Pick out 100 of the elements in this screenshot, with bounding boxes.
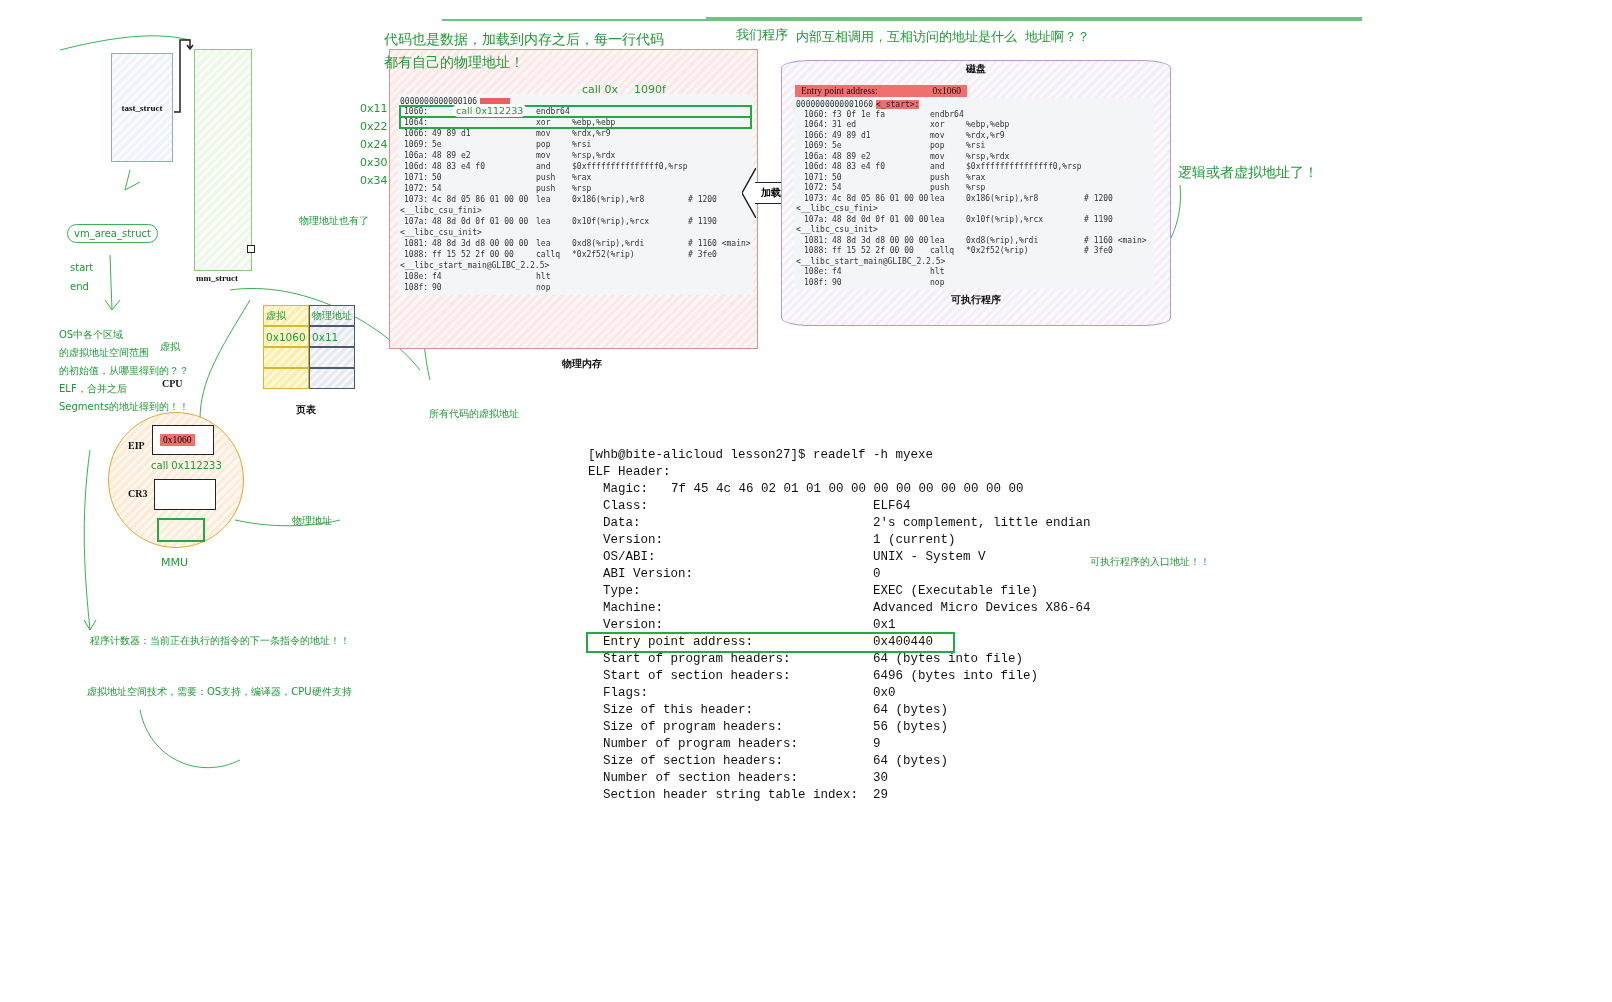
table-cell (263, 368, 309, 389)
handwritten-note: call 0x (582, 82, 618, 98)
handwritten-note: 程序计数器：当前正在执行的指令的下一条指令的地址！！ (90, 634, 350, 648)
entry-value: 0x1060 (932, 86, 961, 96)
listing-row-text: 1072: 54 push %rsp (403, 183, 593, 194)
physical-address-label: 0x24 (360, 138, 388, 151)
terminal-row-text: Start of program headers: 64 (bytes into file) (602, 651, 1025, 668)
listing-row-text: 108e: f4 hlt (803, 266, 946, 277)
mmu-box (157, 518, 205, 542)
register-value: 0x1060 (160, 434, 195, 446)
listing-row-text: 1066: 49 89 d1 mov %rdx,%r9 (403, 128, 612, 139)
terminal-row-text: Data: 2's complement, little endian (602, 515, 1091, 532)
terminal-row-text: Section header string table index: 29 (602, 787, 889, 804)
connector-arrow-icon (172, 38, 194, 114)
handwritten-note: 的虚拟地址空间范围 (59, 346, 149, 360)
terminal-row-text: Flags: 0x0 (602, 685, 897, 702)
listing-symbol: <__libc_csu_init> (796, 224, 879, 235)
register-box (154, 479, 216, 510)
listing-row-text: 1069: 5e pop %rsi (403, 139, 593, 150)
listing-row-text: 1066: 49 89 d1 mov %rdx,%r9 (803, 130, 1006, 141)
handwritten-note: 都有自己的物理地址！ (384, 53, 524, 72)
listing-row-text: 1081: 48 8d 3d d8 00 00 00 lea 0xd8(%rip),%rdi # 1160 <main> (803, 235, 1148, 246)
register-label: CR3 (128, 488, 148, 499)
handwritten-note: 所有代码的虚拟地址 (429, 407, 519, 421)
listing-row-text: 108f: 90 nop (403, 282, 552, 293)
listing-address: 0000000000000106 (400, 96, 478, 106)
terminal-row-text: Type: EXEC (Executable file) (602, 583, 1040, 600)
handwritten-note: ELF，合并之后 (59, 382, 127, 396)
listing-row-text: 1088: ff 15 52 2f 00 00 callq *0x2f52(%rip) # 3fe0 (803, 245, 1114, 256)
listing-row-text: 107a: 48 8d 0d 0f 01 00 00 lea 0x10f(%rip),%rcx # 1190 (803, 214, 1114, 225)
listing-symbol: <__libc_start_main@GLIBC_2.2.5> (796, 256, 947, 267)
listing-symbol: <__libc_csu_fini> (400, 205, 483, 216)
handwritten-note: 我们程序 (736, 26, 788, 44)
listing-row-text: 106a: 48 89 e2 mov %rsp,%rdx (803, 151, 1011, 162)
memory-caption: 物理内存 (562, 357, 602, 371)
table-header: 虚拟 (263, 305, 309, 326)
physical-address-label: 0x30 (360, 156, 388, 169)
terminal-row-text: Class: ELF64 (602, 498, 912, 515)
terminal-row-text: Number of section headers: 30 (602, 770, 889, 787)
terminal-row-text: OS/ABI: UNIX - System V (602, 549, 987, 566)
handwritten-note: 代码也是数据，加载到内存之后，每一行代码 (384, 30, 664, 49)
terminal-row-text: Machine: Advanced Micro Devices X86-64 (602, 600, 1091, 617)
field-value: 7f 45 4c 46 02 01 01 00 00 00 00 00 00 00 00 00 (671, 481, 1024, 498)
physical-address-label: 0x34 (360, 174, 388, 187)
handwritten-note: 1090f (634, 82, 666, 98)
struct-field: start (70, 262, 94, 273)
entry-label: Entry point address: (801, 86, 878, 96)
task-struct-label: tast_struct (121, 102, 163, 113)
terminal-row-text: Number of program headers: 9 (602, 736, 882, 753)
listing-row-text: 108f: 90 nop (803, 277, 946, 288)
handwritten-note: 的初始值，从哪里得到的？？ (59, 364, 189, 378)
terminal-row-text: Version: 0x1 (602, 617, 897, 634)
terminal-row-text: Size of this header: 64 (bytes) (602, 702, 949, 719)
handwritten-note: OS中各个区域 (59, 328, 124, 342)
handwritten-note: 虚拟 (160, 340, 180, 354)
mm-struct-label: mm_struct (196, 273, 238, 283)
listing-row-text: 1071: 50 push %rax (403, 172, 593, 183)
listing-row-text: 107a: 48 8d 0d 0f 01 00 00 lea 0x10f(%rip),%rcx # 1190 (403, 216, 718, 227)
listing-address: 0000000000001060 (796, 99, 874, 109)
listing-row-text: 1088: ff 15 52 2f 00 00 callq *0x2f52(%rip) # 3fe0 (403, 249, 718, 260)
handwritten-note: 可执行程序的入口地址！！ (1090, 555, 1210, 569)
resize-handle[interactable] (247, 245, 255, 253)
terminal-row-text: Size of program headers: 56 (bytes) (602, 719, 949, 736)
listing-symbol: <__libc_start_main@GLIBC_2.2.5> (400, 260, 551, 271)
handwritten-note: MMU (161, 555, 189, 571)
handwritten-note: 虚拟地址空间技术，需要：OS支持，编译器，CPU硬件支持 (87, 685, 352, 699)
terminal-row-text: Version: 1 (current) (602, 532, 957, 549)
listing-row: 1064: xor %ebp,%ebp (400, 117, 751, 128)
terminal-row-text: ABI Version: 0 (602, 566, 882, 583)
command-line: [whb@bite-alicloud lesson27]$ readelf -h myexe (588, 447, 935, 464)
listing-row-text: 1072: 54 push %rsp (803, 182, 987, 193)
page-table-caption: 页表 (296, 403, 316, 417)
disk-caption: 可执行程序 (951, 292, 1001, 307)
listing-symbol: <__libc_csu_init> (400, 227, 483, 238)
handwritten-note: 物理地址也有了 (299, 214, 369, 228)
handwritten-note: 逻辑或者虚拟地址了！ (1178, 163, 1318, 182)
table-cell (309, 347, 355, 368)
cpu-label: CPU (162, 378, 183, 389)
table-cell: 0x11 (309, 326, 355, 347)
listing-row-text: 1064: 31 ed xor %ebp,%ebp (803, 119, 1011, 130)
terminal-row: Entry point address: 0x400440 (588, 634, 953, 651)
listing-symbol: <__libc_csu_fini> (796, 203, 879, 214)
listing-row-text: 1060: f3 0f 1e fa endbr64 (803, 109, 965, 120)
disk-title: 磁盘 (966, 62, 986, 76)
terminal-row-text: Start of section headers: 6496 (bytes into file) (602, 668, 1040, 685)
listing-row-text: 106d: 48 83 e4 f0 and $0xfffffffffffffff0,%rsp (403, 161, 689, 172)
listing-row-text: 1069: 5e pop %rsi (803, 140, 987, 151)
field-key: Magic: (603, 481, 671, 498)
listing-row-text: 1071: 50 push %rax (803, 172, 987, 183)
listing-row-text: 1081: 48 8d 3d d8 00 00 00 lea 0xd8(%rip),%rdi # 1160 <main> (403, 238, 751, 249)
table-header: 物理地址 (309, 305, 355, 326)
call-note: call 0x112233 (452, 104, 528, 117)
register-label: EIP (128, 440, 145, 451)
physical-address-label: 0x11 (360, 102, 388, 115)
table-cell: 0x1060 (263, 326, 309, 347)
listing-row-text: 108e: f4 hlt (403, 271, 552, 282)
listing-row-text: 1073: 4c 8d 05 86 01 00 00 lea 0x186(%rip),%r8 # 1200 (403, 194, 718, 205)
table-cell (263, 347, 309, 368)
table-cell (309, 368, 355, 389)
handwritten-note: Segments的地址得到的！！ (59, 400, 190, 414)
